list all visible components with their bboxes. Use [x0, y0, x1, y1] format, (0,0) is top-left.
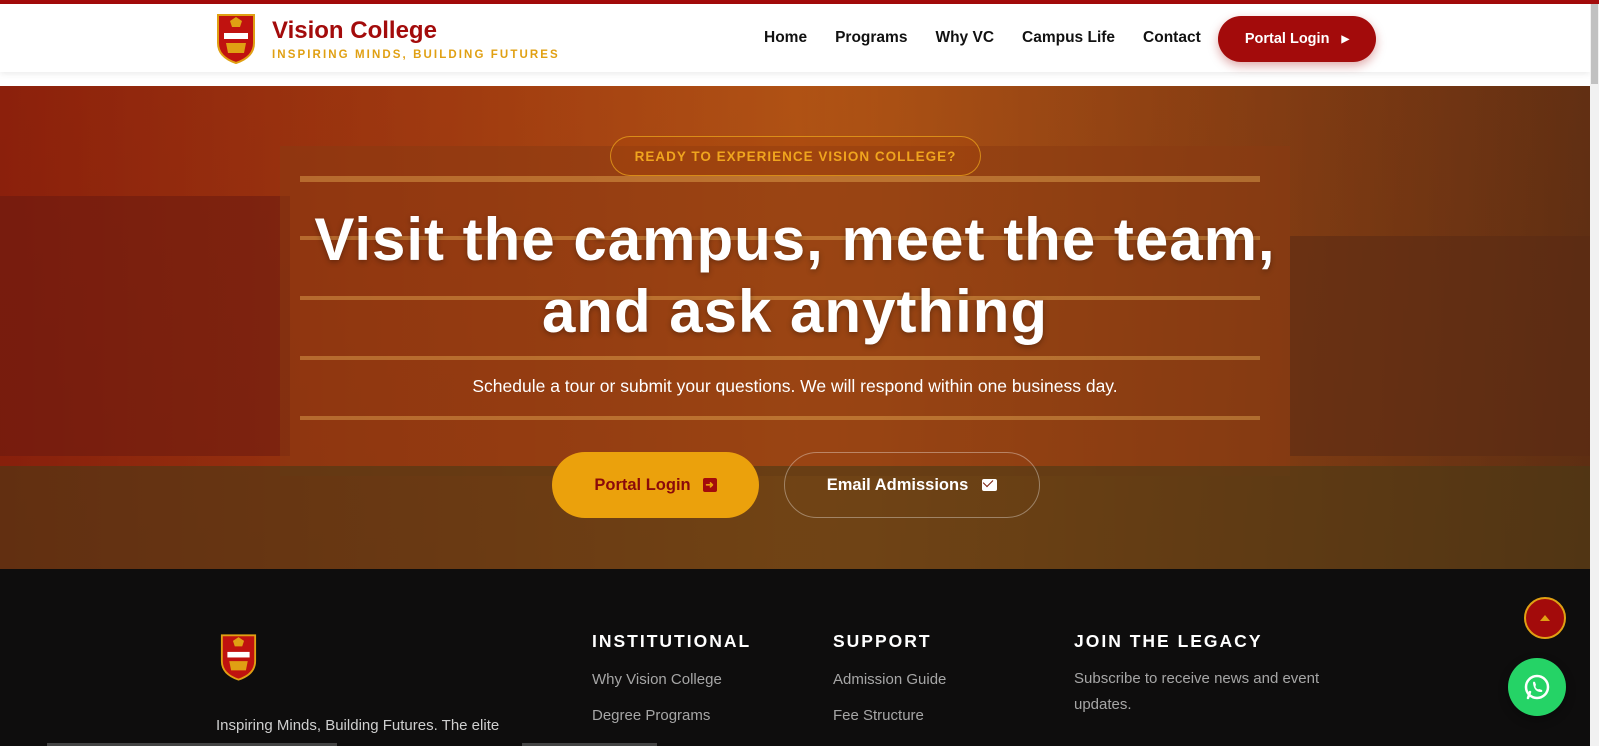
- footer-col-join: JOIN THE LEGACY Subscribe to receive new…: [1074, 631, 1334, 718]
- college-crest-icon: [217, 14, 255, 64]
- newsletter-text: Subscribe to receive news and event upda…: [1074, 670, 1320, 713]
- header-portal-login-button[interactable]: Portal Login ▶: [1218, 16, 1376, 62]
- arrow-up-icon: [1540, 615, 1550, 621]
- footer-col-support: SUPPORT Admission Guide Fee Structure: [833, 631, 946, 724]
- nav-home[interactable]: Home: [764, 29, 807, 47]
- nav-why-vc[interactable]: Why VC: [935, 29, 994, 47]
- hero-portal-login-button[interactable]: Portal Login ➜: [552, 452, 759, 518]
- back-to-top-button[interactable]: [1524, 597, 1566, 639]
- site-header: Vision College INSPIRING MINDS, BUILDING…: [0, 4, 1590, 72]
- nav-programs[interactable]: Programs: [835, 29, 907, 47]
- email-admissions-label: Email Admissions: [826, 475, 969, 494]
- footer-link-degree-programs[interactable]: Degree Programs: [592, 707, 751, 724]
- footer-link-why-vision-college[interactable]: Why Vision College: [592, 671, 751, 688]
- hero-portal-login-label: Portal Login: [594, 475, 691, 494]
- brand-logo[interactable]: Vision College INSPIRING MINDS, BUILDING…: [216, 13, 560, 64]
- portal-login-label: Portal Login: [1244, 31, 1330, 47]
- hero-eyebrow-badge: READY TO EXPERIENCE VISION COLLEGE?: [610, 136, 981, 176]
- main-nav: Home Programs Why VC Campus Life Contact: [764, 4, 1229, 72]
- footer-crest-icon[interactable]: [220, 631, 257, 683]
- brand-tagline: INSPIRING MINDS, BUILDING FUTURES: [272, 48, 560, 61]
- login-icon: ➜: [702, 478, 717, 492]
- footer-col-title: JOIN THE LEGACY: [1074, 631, 1263, 651]
- nav-campus-life[interactable]: Campus Life: [1022, 29, 1115, 47]
- footer-link-fee-structure[interactable]: Fee Structure: [833, 707, 946, 724]
- footer-about-text: Inspiring Minds, Building Futures. The e…: [216, 717, 500, 734]
- caret-right-icon: ▶: [1341, 33, 1350, 45]
- scrollbar-thumb[interactable]: [1591, 4, 1598, 84]
- hero-title: Visit the campus, meet the team, and ask…: [314, 206, 1276, 345]
- whatsapp-chat-button[interactable]: [1508, 658, 1566, 716]
- hero-section: READY TO EXPERIENCE VISION COLLEGE? Visi…: [0, 86, 1590, 569]
- envelope-icon: [982, 479, 998, 491]
- hero-subtitle: Schedule a tour or submit your questions…: [472, 376, 1118, 396]
- nav-contact[interactable]: Contact: [1143, 29, 1201, 47]
- footer-col-institutional: INSTITUTIONAL Why Vision College Degree …: [592, 631, 751, 724]
- footer-link-admission-guide[interactable]: Admission Guide: [833, 671, 946, 688]
- site-footer: Inspiring Minds, Building Futures. The e…: [0, 569, 1590, 746]
- whatsapp-icon: [1524, 674, 1550, 700]
- footer-col-title: INSTITUTIONAL: [592, 631, 752, 651]
- email-admissions-button[interactable]: Email Admissions: [784, 452, 1040, 518]
- page-scrollbar[interactable]: [1590, 4, 1599, 746]
- brand-name: Vision College: [272, 16, 437, 44]
- footer-col-title: SUPPORT: [833, 631, 932, 651]
